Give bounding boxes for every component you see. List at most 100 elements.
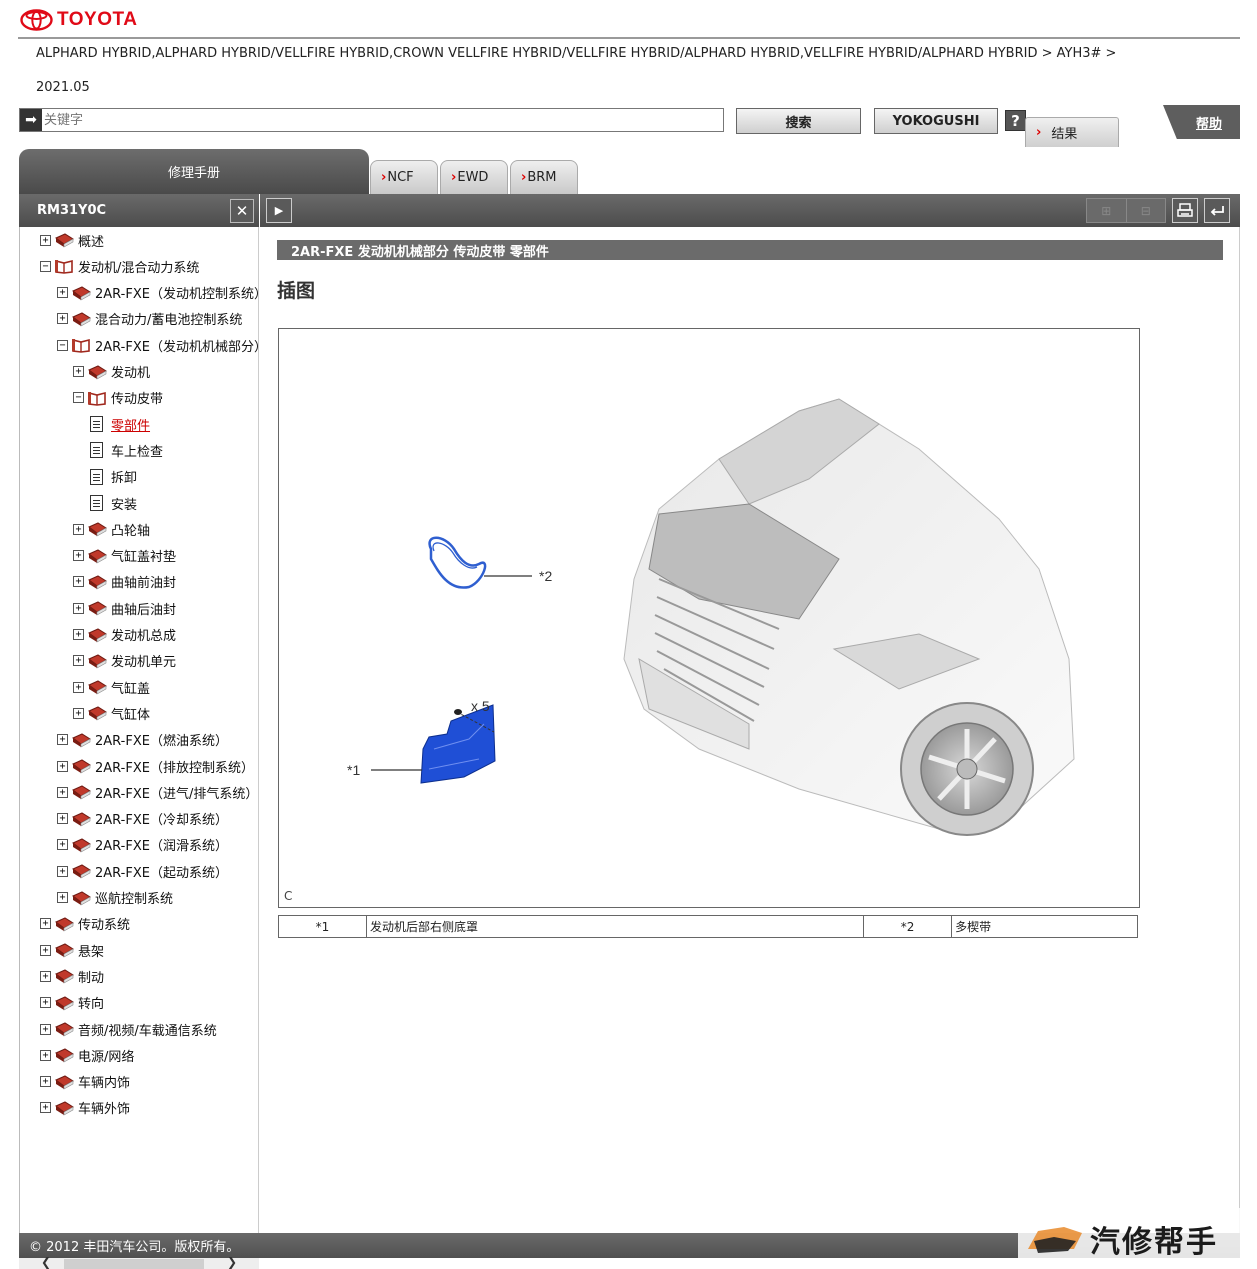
tree-item[interactable]: +2AR-FXE（发动机控制系统） xyxy=(57,282,258,304)
tab-brm[interactable]: › BRM xyxy=(510,160,578,194)
scroll-right-icon[interactable]: ❯ xyxy=(227,1255,237,1269)
tree-item[interactable]: + 气缸体 xyxy=(73,702,150,724)
expand-icon[interactable]: + xyxy=(73,523,84,535)
collapse-all-icon[interactable]: ⊟ xyxy=(1127,199,1166,222)
tree-item[interactable]: +2AR-FXE（燃油系统） xyxy=(57,729,228,751)
tree-item[interactable]: − 传动皮带 xyxy=(73,387,163,409)
expand-icon[interactable]: + xyxy=(40,1102,51,1114)
expand-icon[interactable]: + xyxy=(57,839,68,851)
collapse-icon[interactable]: − xyxy=(73,392,84,404)
expand-icon[interactable]: + xyxy=(40,1049,51,1061)
tree-item[interactable]: + 巡航控制系统 xyxy=(57,887,173,909)
expand-icon[interactable]: + xyxy=(40,918,51,930)
breadcrumb-date[interactable]: 2021.05 xyxy=(36,80,90,95)
tab-ncf[interactable]: › NCF xyxy=(370,160,438,194)
expand-icon[interactable]: + xyxy=(73,707,84,719)
tree-item[interactable]: + 发动机总成 xyxy=(73,624,176,646)
tree-item[interactable]: 车上检查 xyxy=(90,439,163,461)
expand-icon[interactable]: + xyxy=(40,970,51,982)
expand-icon[interactable]: + xyxy=(73,655,84,667)
tree-item[interactable]: + 混合动力/蓄电池控制系统 xyxy=(57,308,242,330)
expand-icon[interactable]: + xyxy=(73,629,84,640)
expand-icon[interactable]: + xyxy=(40,1076,51,1088)
help-question-icon[interactable]: ? xyxy=(1005,110,1026,131)
expand-icon[interactable]: + xyxy=(57,786,68,798)
tree-item[interactable]: 安装 xyxy=(90,492,137,514)
expand-icon[interactable]: + xyxy=(57,313,68,325)
legend-name-2: 多楔带 xyxy=(951,915,1138,938)
tab-ewd[interactable]: › EWD xyxy=(440,160,508,194)
toc-header: RM31Y0C ✕ xyxy=(19,194,259,227)
tree-item[interactable]: + 转向 xyxy=(40,992,104,1014)
tree-item[interactable]: − 发动机/混合动力系统 xyxy=(40,255,199,277)
horizontal-scrollbar[interactable]: ❮ ❯ xyxy=(19,1255,259,1269)
tree-item[interactable]: + 凸轮轴 xyxy=(73,518,150,540)
expand-all-icon[interactable]: ⊞ xyxy=(1087,199,1127,222)
expand-icon[interactable]: + xyxy=(57,287,68,299)
search-button[interactable]: 搜索 xyxy=(736,108,861,134)
breadcrumb[interactable]: ALPHARD HYBRID,ALPHARD HYBRID/VELLFIRE H… xyxy=(36,46,1116,61)
scroll-thumb[interactable] xyxy=(64,1259,204,1269)
expand-icon[interactable]: + xyxy=(73,602,84,614)
undercover-part xyxy=(371,704,496,784)
expand-icon[interactable]: + xyxy=(57,892,68,903)
book-closed-icon xyxy=(88,522,107,537)
expand-icon[interactable]: + xyxy=(57,813,68,825)
play-icon[interactable]: ▶ xyxy=(266,198,292,223)
print-icon[interactable] xyxy=(1172,198,1198,223)
expand-icon[interactable]: + xyxy=(57,734,68,746)
tree-item[interactable]: +2AR-FXE（冷却系统） xyxy=(57,808,228,830)
tab-repair-manual[interactable]: 修理手册 xyxy=(19,149,369,194)
tree-item[interactable]: + 气缸盖衬垫 xyxy=(73,545,176,567)
tree-item[interactable]: + 车辆内饰 xyxy=(40,1071,130,1093)
tree-item[interactable]: − 2AR-FXE（发动机机械部分） xyxy=(57,334,258,356)
search-input[interactable] xyxy=(42,110,723,130)
tree-item[interactable]: + 曲轴后油封 xyxy=(73,597,176,619)
tree-item-label: 车上检查 xyxy=(111,444,164,460)
expand-icon[interactable]: + xyxy=(73,681,84,693)
tree-item[interactable]: + 气缸盖 xyxy=(73,676,150,698)
tree-item[interactable]: + 发动机单元 xyxy=(73,650,176,672)
help-tab[interactable]: 帮助 xyxy=(1163,105,1240,139)
expand-icon[interactable]: + xyxy=(73,366,84,377)
tree-item[interactable]: + 电源/网络 xyxy=(40,1044,134,1066)
expand-icon[interactable]: + xyxy=(73,550,84,562)
expand-icon[interactable]: + xyxy=(40,234,51,246)
collapse-icon[interactable]: − xyxy=(40,260,51,272)
tree-item[interactable]: +2AR-FXE（进气/排气系统） xyxy=(57,781,258,803)
tree-item-label: 制动 xyxy=(78,970,105,986)
book-closed-icon xyxy=(55,943,74,958)
book-closed-icon xyxy=(72,785,91,800)
tree-item[interactable]: + 音频/视频/车载通信系统 xyxy=(40,1018,217,1040)
tree-item[interactable]: + 悬架 xyxy=(40,939,104,961)
tree-item-label: 车辆内饰 xyxy=(78,1076,131,1092)
tree-item[interactable]: + 曲轴前油封 xyxy=(73,571,176,593)
document-icon xyxy=(90,468,103,485)
expand-icon[interactable]: + xyxy=(40,1023,51,1035)
tree-item[interactable]: 零部件 xyxy=(90,413,150,435)
expand-icon[interactable]: + xyxy=(57,865,68,877)
scroll-left-icon[interactable]: ❮ xyxy=(41,1255,51,1269)
collapse-icon[interactable]: − xyxy=(57,339,68,351)
book-closed-icon xyxy=(55,996,74,1011)
tree-item[interactable]: + 车辆外饰 xyxy=(40,1097,130,1119)
expand-icon[interactable]: + xyxy=(40,944,51,956)
tree-item[interactable]: +2AR-FXE（排放控制系统） xyxy=(57,755,254,777)
tree-item[interactable]: + 制动 xyxy=(40,965,104,987)
tree-item[interactable]: + 概述 xyxy=(40,229,104,251)
expand-icon[interactable]: + xyxy=(73,576,84,588)
tree-item[interactable]: + 传动系统 xyxy=(40,913,130,935)
tree-item[interactable]: + 发动机 xyxy=(73,361,150,383)
tree-item-label: 悬架 xyxy=(78,944,105,960)
expand-icon[interactable]: + xyxy=(57,760,68,772)
yokogushi-button[interactable]: YOKOGUSHI xyxy=(874,108,998,134)
chevron-right-icon: › xyxy=(381,170,387,185)
close-icon[interactable]: ✕ xyxy=(230,198,254,223)
tree-item[interactable]: +2AR-FXE（润滑系统） xyxy=(57,834,228,856)
help-link[interactable]: 帮助 xyxy=(1196,113,1222,132)
tree-item[interactable]: 拆卸 xyxy=(90,466,137,488)
back-icon[interactable] xyxy=(1204,198,1230,223)
tree-item[interactable]: +2AR-FXE（起动系统） xyxy=(57,860,228,882)
results-tab[interactable]: › 结果 xyxy=(1025,117,1119,147)
expand-icon[interactable]: + xyxy=(40,997,51,1009)
